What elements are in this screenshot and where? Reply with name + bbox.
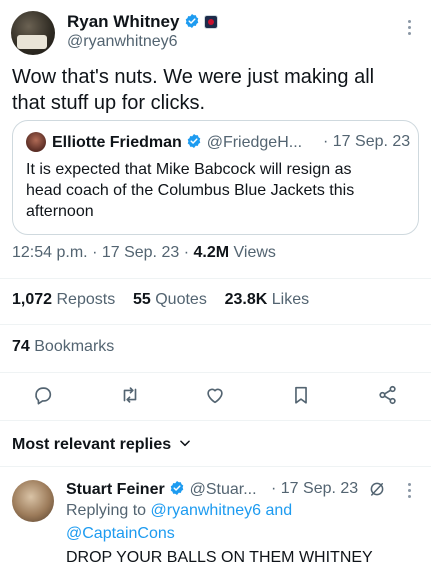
share-icon[interactable] (377, 384, 399, 406)
views-count: 4.2M (193, 244, 230, 261)
quoted-header: Elliotte Friedman @FriedgeH... (52, 133, 302, 152)
replying-to: Replying to @ryanwhitney6 and (66, 502, 293, 519)
replying-to-line2: @CaptainCons (66, 525, 175, 543)
chevron-down-icon (179, 440, 190, 447)
quoted-author-handle[interactable]: @FriedgeH... (207, 134, 302, 151)
reply-author-avatar[interactable] (12, 480, 54, 522)
reply-text: DROP YOUR BALLS ON THEM WHITNEY (66, 549, 373, 566)
verified-badge-icon (187, 134, 201, 148)
reply-author-handle[interactable]: @Stuar... (190, 481, 257, 498)
tweet-text-line2: that stuff up for clicks. (12, 92, 206, 114)
quoted-text-line1: It is expected that Mike Babcock will re… (26, 161, 352, 178)
divider (0, 372, 431, 373)
author-name[interactable]: Ryan Whitney (67, 12, 179, 31)
divider (0, 278, 431, 279)
likes-stat[interactable]: 23.8K Likes (225, 291, 310, 308)
repost-icon[interactable] (119, 384, 141, 406)
divider (0, 466, 431, 467)
quoted-text-line3: afternoon (26, 203, 94, 220)
quoted-date: · 17 Sep. 23 (323, 133, 411, 150)
verified-badge-icon (170, 481, 184, 495)
quoted-author-name[interactable]: Elliotte Friedman (52, 134, 182, 151)
mention-link[interactable]: @CaptainCons (66, 525, 175, 542)
bookmark-icon[interactable] (290, 384, 312, 406)
reply-more-options-icon[interactable] (408, 483, 412, 501)
reply-author-name[interactable]: Stuart Feiner (66, 481, 165, 498)
author-handle[interactable]: @ryanwhitney6 (67, 33, 178, 51)
like-icon[interactable] (204, 384, 226, 406)
views-label: Views (233, 244, 276, 261)
quoted-author-avatar[interactable] (26, 132, 46, 152)
mention-link[interactable]: @ryanwhitney6 (151, 502, 262, 519)
replies-sort-label: Most relevant replies (12, 436, 172, 453)
stats-row: 1,072 Reposts 55 Quotes 23.8K Likes (12, 291, 309, 309)
author-avatar[interactable] (11, 11, 55, 55)
quoted-tweet[interactable]: Elliotte Friedman @FriedgeH... · 17 Sep.… (12, 120, 419, 235)
tweet-text-line1: Wow that's nuts. We were just making all (12, 66, 375, 88)
verified-badge-icon (185, 14, 199, 28)
more-options-icon[interactable] (408, 20, 412, 38)
grok-icon[interactable] (368, 480, 386, 498)
tweet-meta: 12:54 p.m. · 17 Sep. 23 · 4.2M Views (12, 244, 276, 261)
quotes-stat[interactable]: 55 Quotes (133, 291, 207, 308)
reply-icon[interactable] (32, 384, 54, 406)
replies-sort-dropdown[interactable]: Most relevant replies (12, 436, 192, 454)
tweet-date[interactable]: 17 Sep. 23 (102, 244, 179, 261)
bookmarks-stat[interactable]: 74 Bookmarks (12, 338, 114, 356)
reposts-stat[interactable]: 1,072 Reposts (12, 291, 115, 308)
quoted-text-line2: head coach of the Columbus Blue Jackets … (26, 182, 355, 199)
divider (0, 420, 431, 421)
reply-header: Stuart Feiner @Stuar... (66, 480, 257, 499)
reply-date: · 17 Sep. 23 (271, 480, 359, 497)
tweet-time[interactable]: 12:54 p.m. (12, 244, 88, 261)
divider (0, 324, 431, 325)
author-name-row[interactable]: Ryan Whitney (67, 12, 219, 32)
affiliate-badge-icon[interactable] (204, 15, 219, 29)
